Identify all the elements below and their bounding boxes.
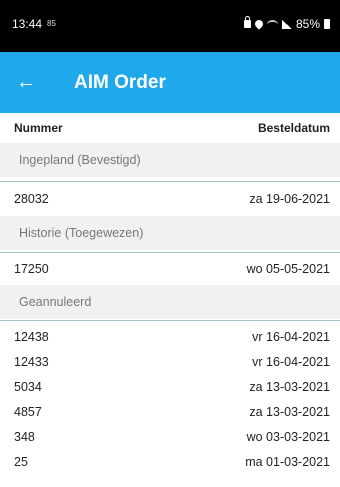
clock: 13:44 <box>12 17 43 31</box>
order-number: 4857 <box>14 405 42 419</box>
order-date: za 13-03-2021 <box>249 380 330 394</box>
section-title: Geannuleerd <box>19 295 92 309</box>
order-date: vr 16-04-2021 <box>252 330 330 344</box>
signal-icon <box>281 19 292 29</box>
battery-percent: 85% <box>295 17 320 31</box>
order-date: wo 05-05-2021 <box>246 262 330 276</box>
battery-icon <box>324 19 330 29</box>
section-header-cancelled: Geannuleerd <box>0 285 340 319</box>
order-number: 25 <box>14 455 28 469</box>
column-header: Nummer Besteldatum <box>0 113 340 143</box>
order-row[interactable]: 17250 wo 05-05-2021 <box>0 253 340 284</box>
order-date: za 13-03-2021 <box>249 405 330 419</box>
order-number: 28032 <box>14 192 49 206</box>
order-date: vr 16-04-2021 <box>252 355 330 369</box>
order-row[interactable]: 28032 za 19-06-2021 <box>0 183 340 214</box>
order-number: 5034 <box>14 380 42 394</box>
wifi-icon <box>266 19 278 29</box>
section-title: Historie (Toegewezen) <box>19 226 144 240</box>
status-bar: 13:44 85 85% <box>0 0 340 52</box>
back-button[interactable]: ← <box>16 70 42 96</box>
order-row[interactable]: 25 ma 01-03-2021 <box>0 446 340 477</box>
section-header-history: Historie (Toegewezen) <box>0 216 340 250</box>
status-notification-count: 85 <box>47 19 56 28</box>
section-header-planned: Ingepland (Bevestigd) <box>0 143 340 177</box>
order-number: 17250 <box>14 262 49 276</box>
status-icons: 85% <box>243 16 330 31</box>
order-number: 12433 <box>14 355 49 369</box>
order-date: za 19-06-2021 <box>249 192 330 206</box>
order-date: ma 01-03-2021 <box>245 455 330 469</box>
column-date-label: Besteldatum <box>257 121 330 135</box>
column-number-label: Nummer <box>14 121 63 135</box>
divider <box>0 181 340 182</box>
lock-icon <box>243 16 251 28</box>
app-bar: ← AIM Order <box>0 52 340 113</box>
order-date: wo 03-03-2021 <box>246 430 330 444</box>
status-time: 13:44 85 <box>12 17 56 31</box>
page-title: AIM Order <box>74 72 166 93</box>
location-icon <box>253 18 265 30</box>
section-title: Ingepland (Bevestigd) <box>19 153 141 167</box>
order-number: 348 <box>14 430 35 444</box>
order-number: 12438 <box>14 330 49 344</box>
arrow-left-icon: ← <box>16 71 36 93</box>
